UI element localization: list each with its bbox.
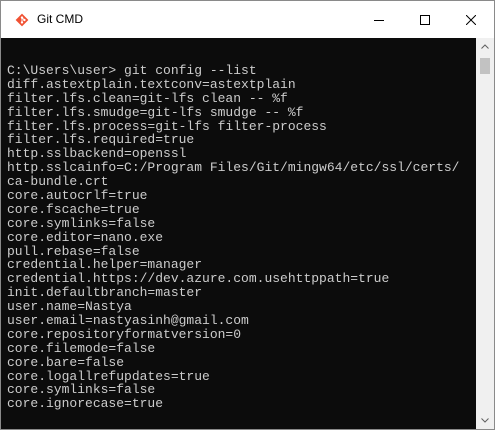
config-output-line: core.autocrlf=true: [7, 188, 148, 204]
window-title: Git CMD: [37, 12, 83, 26]
minimize-icon: [374, 19, 384, 21]
maximize-button[interactable]: [402, 1, 448, 38]
config-output-line: filter.lfs.clean=git-lfs clean -- %f: [7, 90, 288, 106]
config-output-line: credential.https://dev.azure.com.usehttp…: [7, 271, 390, 287]
close-icon: [466, 14, 476, 25]
minimize-button[interactable]: [356, 1, 402, 38]
console-lines: C:\Users\user> git config --list diff.ast…: [7, 64, 459, 411]
config-output-line: filter.lfs.required=true: [7, 132, 195, 148]
config-output-line: core.filemode=false: [7, 340, 156, 356]
config-output-line: filter.lfs.process=git-lfs filter-proces…: [7, 118, 327, 134]
config-output-line: core.fscache=true: [7, 201, 140, 217]
config-output-line: init.defaultbranch=master: [7, 285, 203, 301]
config-output-line: credential.helper=manager: [7, 257, 203, 273]
config-output-line: core.bare=false: [7, 354, 125, 370]
config-output-line: user.name=Nastya: [7, 299, 132, 315]
config-output-line: core.symlinks=false: [7, 215, 156, 231]
title-bar[interactable]: Git CMD: [1, 1, 494, 38]
config-output-line: filter.lfs.smudge=git-lfs smudge -- %f: [7, 104, 304, 120]
config-output-line: diff.astextplain.textconv=astextplain: [7, 76, 296, 92]
git-diamond-icon: [15, 13, 29, 27]
scroll-up-button[interactable]: [476, 38, 494, 55]
vertical-scrollbar[interactable]: [476, 38, 494, 429]
config-output-line: pull.rebase=false: [7, 243, 140, 259]
maximize-icon: [420, 14, 430, 25]
config-output-line: core.symlinks=false: [7, 382, 156, 398]
config-output-line: http.sslcainfo=C:/Program Files/Git/ming…: [7, 160, 460, 176]
config-output-line: user.email=nastyasinh@gmail.com: [7, 313, 249, 329]
scroll-up-arrow-icon: [481, 44, 489, 49]
config-output-line: core.ignorecase=true: [7, 396, 164, 412]
command-prompt-line: C:\Users\user> git config --list: [7, 63, 257, 78]
scroll-down-button[interactable]: [476, 412, 494, 429]
scroll-down-arrow-icon: [481, 418, 489, 423]
config-output-line: http.sslbackend=openssl: [7, 146, 187, 162]
console-output[interactable]: C:\Users\user> git config --list diff.ast…: [1, 38, 476, 429]
config-output-line: core.editor=nano.exe: [7, 229, 164, 245]
config-output-line: core.repositoryformatversion=0: [7, 326, 242, 342]
close-button[interactable]: [448, 1, 494, 38]
scroll-thumb[interactable]: [480, 58, 490, 74]
config-output-line: ca-bundle.crt: [7, 174, 109, 190]
config-output-line: core.logallrefupdates=true: [7, 368, 210, 384]
git-cmd-window: Git CMD C:\Users\user> git config --list…: [0, 0, 495, 430]
